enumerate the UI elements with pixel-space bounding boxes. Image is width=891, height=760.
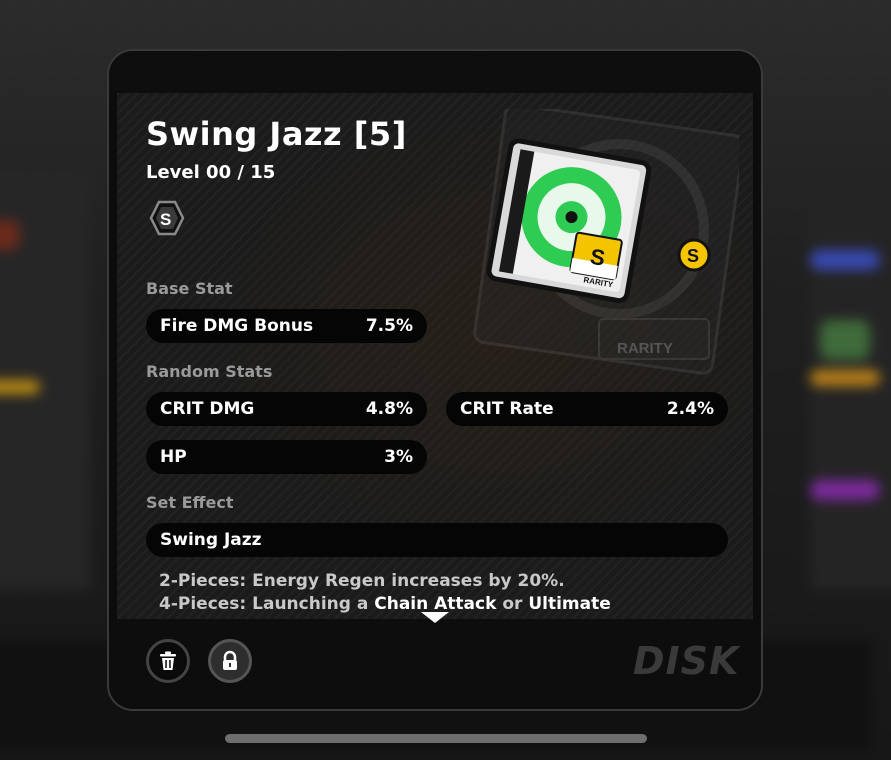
base-stat-label: Base Stat [146, 279, 233, 298]
disc-detail-panel: RARITY S RARITY S Swing Jazz [5] Level 0… [107, 49, 763, 711]
faded-rarity-text: RARITY [617, 340, 673, 357]
disc-title: Swing Jazz [5] [146, 115, 407, 153]
set-name-row: Swing Jazz [146, 523, 728, 557]
random-stat-row: CRIT DMG 4.8% [146, 392, 427, 426]
random-stats-label: Random Stats [146, 362, 273, 381]
random-stat-name: CRIT DMG [160, 399, 255, 419]
svg-text:S: S [160, 210, 171, 229]
drive-disc-artwork: RARITY S RARITY S [473, 109, 739, 375]
corner-rank-badge: S [687, 246, 699, 266]
dismantle-button[interactable] [146, 639, 190, 683]
random-stat-name: CRIT Rate [460, 399, 554, 419]
base-stat-name: Fire DMG Bonus [160, 316, 314, 336]
random-stat-row: CRIT Rate 2.4% [446, 392, 728, 426]
two-piece-effect: 2-Pieces: Energy Regen increases by 20%. [159, 571, 565, 591]
keyword-chain-attack: Chain Attack [374, 594, 497, 614]
set-effect-label: Set Effect [146, 493, 234, 512]
random-stat-row: HP 3% [146, 440, 427, 474]
lock-button[interactable] [208, 639, 252, 683]
random-stat-name: HP [160, 447, 187, 467]
random-stat-value: 3% [384, 447, 413, 467]
panel-header [109, 51, 761, 93]
home-indicator[interactable] [225, 734, 647, 743]
rank-s-icon: S [149, 200, 185, 236]
random-stat-value: 4.8% [365, 399, 413, 419]
four-piece-effect: 4-Pieces: Launching a Chain Attack or Ul… [159, 594, 611, 614]
random-stat-value: 2.4% [666, 399, 714, 419]
lock-icon [223, 650, 237, 670]
scroll-down-arrow-icon[interactable] [421, 612, 449, 623]
disk-tab-label: DISK [633, 639, 740, 683]
keyword-ultimate: Ultimate [528, 594, 611, 614]
trash-icon [160, 651, 176, 670]
base-stat-value: 7.5% [365, 316, 413, 336]
set-name: Swing Jazz [160, 530, 262, 550]
base-stat-row: Fire DMG Bonus 7.5% [146, 309, 427, 343]
disc-level: Level 00 / 15 [146, 162, 276, 183]
